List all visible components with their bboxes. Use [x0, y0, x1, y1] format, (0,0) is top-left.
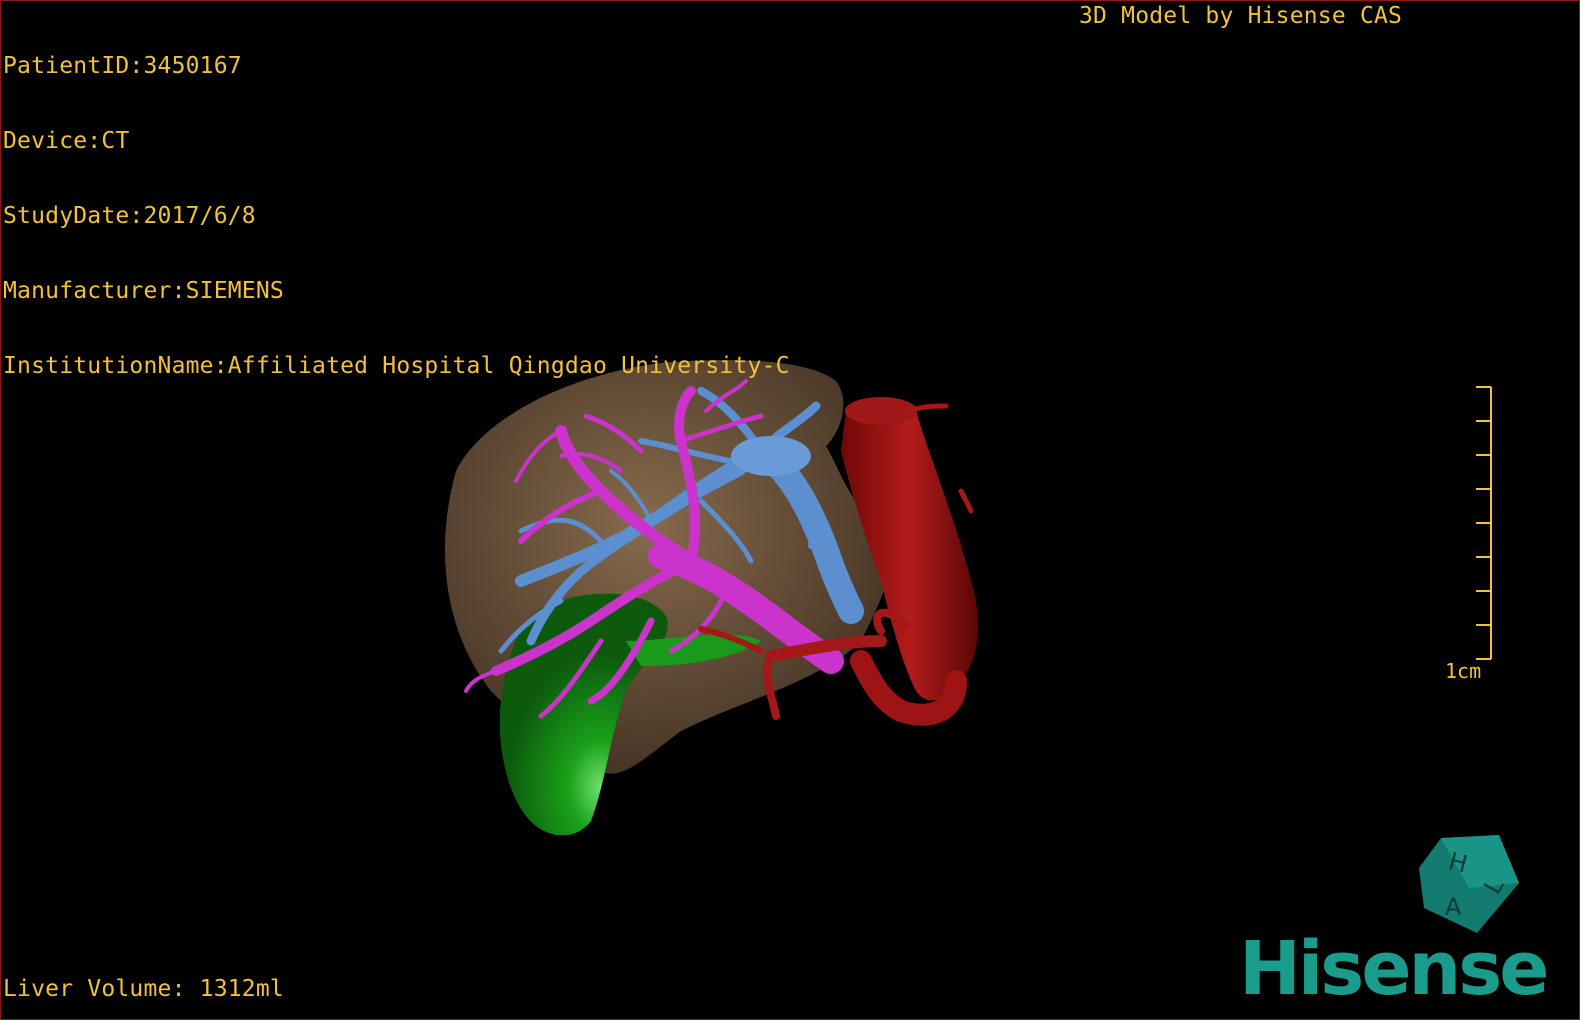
patient-id: PatientID:3450167: [3, 53, 242, 79]
device: Device:CT: [3, 128, 130, 154]
dicom-info-overlay: PatientID:3450167 Device:CT StudyDate:20…: [3, 4, 790, 429]
liver-volume: Liver Volume: 1312ml: [3, 976, 284, 1002]
orientation-label-a: A: [1445, 893, 1462, 921]
model-credit: 3D Model by Hisense CAS: [1079, 3, 1403, 29]
3d-viewport[interactable]: PatientID:3450167 Device:CT StudyDate:20…: [0, 0, 1580, 1020]
manufacturer: Manufacturer:SIEMENS: [3, 278, 284, 304]
scale-label: 1cm: [1445, 659, 1482, 683]
hisense-logo: Hisense: [1239, 926, 1549, 1012]
scale-bar: [1476, 386, 1492, 660]
hepatic-vein-confluence: [731, 436, 811, 476]
institution-name: InstitutionName:Affiliated Hospital Qing…: [3, 353, 790, 379]
study-date: StudyDate:2017/6/8: [3, 203, 256, 229]
